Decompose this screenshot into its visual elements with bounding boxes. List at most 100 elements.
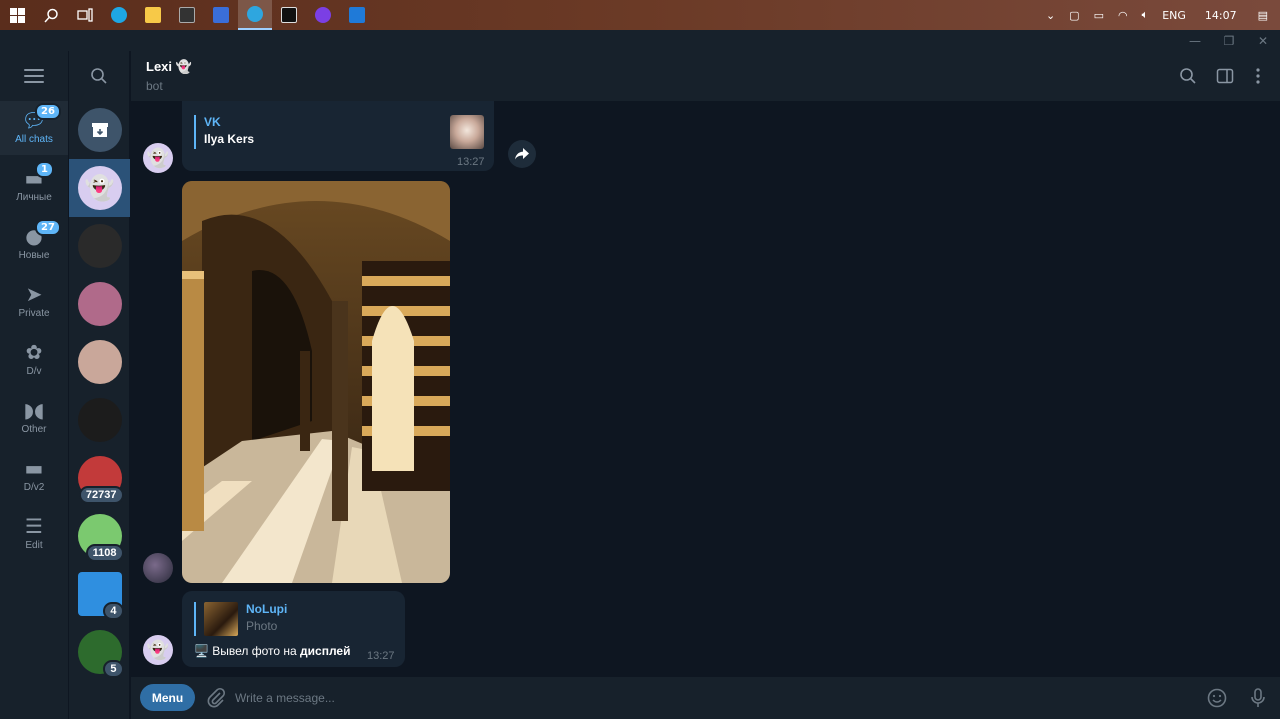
- user-avatar[interactable]: [143, 553, 173, 583]
- flower-icon: ✿: [25, 340, 43, 364]
- search-icon[interactable]: [1178, 66, 1198, 86]
- folder-private[interactable]: ➤ Private: [0, 275, 68, 329]
- message-time: 13:27: [457, 156, 485, 168]
- volume-icon[interactable]: 🔈︎: [1142, 8, 1149, 22]
- chat-item-chat-4[interactable]: [69, 275, 130, 333]
- chat-item-chat-9[interactable]: 4: [69, 565, 130, 623]
- more-icon[interactable]: [1248, 66, 1268, 86]
- folder-edit[interactable]: ☰ Edit: [0, 507, 68, 561]
- folder-label: Новые: [18, 250, 50, 261]
- pycharm-icon[interactable]: [272, 0, 306, 30]
- github-icon[interactable]: [306, 0, 340, 30]
- camera-icon[interactable]: ▢: [1069, 9, 1079, 22]
- message-text: 🖥️ Вывел фото на дисплей: [194, 644, 351, 658]
- app-icon[interactable]: [204, 0, 238, 30]
- unread-badge: 72737: [78, 486, 124, 504]
- avatar: [77, 224, 122, 268]
- unread-badge: 1108: [85, 544, 124, 562]
- chat-bubble-icon: ● 27: [21, 219, 61, 248]
- bot-avatar[interactable]: 👻: [143, 143, 173, 173]
- close-icon[interactable]: ✕: [1246, 30, 1280, 51]
- edge-icon[interactable]: [102, 0, 136, 30]
- reply-preview[interactable]: NoLupi Photo: [194, 602, 394, 636]
- sliders-icon: ☰: [25, 514, 43, 538]
- system-tray: ⌄ ▢ ▭ ◠ 🔈︎ ENG 14:07 ▤: [1039, 0, 1280, 30]
- folder-d-v2[interactable]: ▬ D/v2: [0, 449, 68, 503]
- folder-all-chats[interactable]: 💬︎ 26 All chats: [0, 101, 68, 155]
- folder-label: Other: [21, 424, 47, 435]
- folder-label: All chats: [15, 134, 53, 145]
- folder-label: Edit: [25, 540, 43, 551]
- photo-arcade-image: [182, 181, 450, 583]
- reply-type: Photo: [246, 619, 278, 633]
- chat-item-archive[interactable]: [69, 101, 130, 159]
- reply-author: NoLupi: [246, 602, 288, 616]
- avatar: 👻: [77, 166, 122, 210]
- language-indicator[interactable]: ENG: [1162, 9, 1186, 22]
- avatar: [77, 282, 122, 326]
- bot-menu-button[interactable]: Menu: [140, 684, 195, 711]
- minimize-icon[interactable]: —: [1178, 30, 1212, 51]
- menu-icon[interactable]: [24, 69, 44, 83]
- emoji-icon[interactable]: [1206, 687, 1228, 709]
- photos-icon[interactable]: [340, 0, 374, 30]
- folder-личные[interactable]: ▬ 1 Личные: [0, 159, 68, 213]
- restore-icon[interactable]: ❐: [1212, 30, 1246, 51]
- folder-новые[interactable]: ● 27 Новые: [0, 217, 68, 271]
- chat-header: Lexi 👻 bot: [130, 51, 1280, 101]
- attach-icon[interactable]: [205, 687, 227, 709]
- reply-author: VK: [204, 115, 221, 129]
- battery-icon[interactable]: ▭: [1094, 9, 1104, 22]
- microphone-icon[interactable]: [1247, 687, 1269, 709]
- reply-text: Ilya Kers: [204, 132, 255, 146]
- windows-start-icon[interactable]: [0, 0, 34, 30]
- paper-plane-icon: ➤: [25, 282, 43, 306]
- avatar: [77, 398, 122, 442]
- avatar: 4: [77, 572, 124, 620]
- task-view-icon[interactable]: [68, 0, 102, 30]
- unread-badge: 26: [35, 103, 61, 120]
- unread-badge: 27: [35, 219, 61, 236]
- folder-label: D/v: [26, 366, 42, 377]
- avatar: 1108: [77, 514, 124, 562]
- file-explorer-icon[interactable]: [136, 0, 170, 30]
- message-time: 13:27: [367, 650, 395, 662]
- folders-sidebar: 💬︎ 26 All chats ▬ 1 Личные ● 27 Новые ➤ Private ✿ D/…: [0, 51, 68, 719]
- search-icon[interactable]: [34, 0, 68, 30]
- notifications-icon[interactable]: ▤: [1258, 9, 1268, 22]
- chat-title[interactable]: Lexi 👻: [146, 59, 192, 75]
- message-input[interactable]: [235, 686, 1135, 710]
- sidebar-toggle-icon[interactable]: [1215, 66, 1235, 86]
- reply-preview[interactable]: VK Ilya Kers: [194, 115, 444, 149]
- chat-item-chat-3[interactable]: [69, 217, 130, 275]
- message-photo[interactable]: [182, 181, 450, 583]
- folder-d-v[interactable]: ✿ D/v: [0, 333, 68, 387]
- search-icon[interactable]: [90, 67, 108, 85]
- chat-item-chat-7[interactable]: 72737: [69, 449, 130, 507]
- wifi-icon[interactable]: ◠: [1118, 9, 1128, 22]
- avatar: [77, 108, 122, 152]
- chevron-up-icon[interactable]: ⌄: [1046, 9, 1055, 22]
- chat-item-lexi[interactable]: 👻: [69, 159, 130, 217]
- folder-icon: ▬: [24, 456, 44, 480]
- folder-icon: ▬ 1: [21, 161, 54, 190]
- message-bubble[interactable]: VK Ilya Kers 13:27: [182, 101, 494, 171]
- chat-item-chat-8[interactable]: 1108: [69, 507, 130, 565]
- forward-icon[interactable]: [508, 140, 536, 168]
- reply-thumbnail: [450, 115, 484, 149]
- message-bubble[interactable]: NoLupi Photo 🖥️ Вывел фото на дисплей 13…: [182, 591, 405, 667]
- chat-item-chat-5[interactable]: [69, 333, 130, 391]
- message-area: VK Ilya Kers 13:27 👻 NoLupi Photo 🖥️ Выв…: [130, 101, 1280, 677]
- chat-status: bot: [146, 79, 163, 93]
- folder-label: Личные: [16, 192, 52, 203]
- folder-label: Private: [18, 308, 50, 319]
- folder-other[interactable]: ◗◖ Other: [0, 391, 68, 445]
- telegram-icon[interactable]: [238, 0, 272, 30]
- chat-item-chat-10[interactable]: 5: [69, 623, 130, 681]
- avatar: 5: [77, 630, 124, 678]
- clock[interactable]: 14:07: [1205, 9, 1237, 22]
- unread-badge: 4: [103, 602, 124, 620]
- chat-item-chat-6[interactable]: [69, 391, 130, 449]
- terminal-icon[interactable]: [170, 0, 204, 30]
- bot-avatar[interactable]: 👻: [143, 635, 173, 665]
